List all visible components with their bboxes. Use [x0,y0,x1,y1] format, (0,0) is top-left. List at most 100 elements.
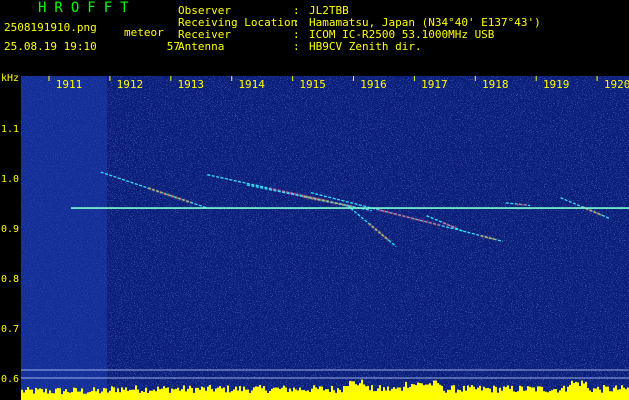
noise-bar [183,385,185,400]
noise-bar [29,389,31,400]
noise-bar [417,382,419,400]
noise-bar [541,386,543,400]
noise-bar [373,391,375,400]
noise-bar [379,385,381,400]
noise-bar [37,389,39,400]
noise-bar [579,386,581,400]
noise-bar [261,388,263,400]
noise-bar [125,387,127,400]
noise-bar [59,388,61,400]
noise-bar [207,386,209,400]
noise-bar [513,391,515,400]
noise-bar [501,390,503,400]
noise-bar [343,385,345,400]
noise-bar [195,387,197,400]
noise-bar [487,387,489,400]
noise-bar [481,390,483,400]
noise-bar [109,390,111,400]
meteor-label: meteor [124,26,164,39]
noise-bar [39,388,41,400]
noise-bar [503,386,505,400]
noise-bar [389,390,391,400]
noise-bar [235,386,237,400]
noise-bar [139,392,141,400]
file-name: 2508191910.png [4,21,97,34]
noise-bar [531,387,533,400]
noise-bar [361,379,363,400]
noise-bar [519,385,521,400]
noise-bar [471,385,473,400]
noise-bar [249,392,251,400]
noise-bar [419,382,421,400]
noise-bar [299,387,301,400]
noise-bar [549,391,551,400]
noise-bar [433,380,435,400]
noise-bar [459,389,461,400]
noise-bar [227,385,229,400]
noise-bar [313,385,315,400]
noise-bar [107,392,109,400]
noise-bar [533,387,535,400]
noise-bar [331,385,333,400]
noise-bar [323,390,325,400]
noise-bar [143,391,145,400]
noise-bar [203,387,205,400]
noise-bar [95,391,97,400]
noise-bar [229,392,231,400]
noise-bar [551,390,553,400]
noise-bar [133,389,135,400]
noise-bar [91,390,93,400]
noise-bar [169,392,171,400]
noise-bar [283,385,285,400]
noise-bar [395,388,397,400]
noise-bar [187,388,189,400]
noise-bar [191,388,193,400]
noise-bar [547,392,549,400]
noise-bar [221,388,223,400]
noise-bar [325,389,327,400]
noise-bar [479,385,481,400]
noise-bar [123,389,125,400]
noise-bar [23,392,25,400]
noise-bar [581,380,583,400]
noise-bar [365,386,367,400]
y-tick-label: 0.8 [1,274,20,285]
noise-bar [421,383,423,400]
noise-bar [99,393,101,400]
noise-bar [241,391,243,400]
noise-bar [463,385,465,400]
noise-bar [447,389,449,400]
noise-bar [369,390,371,400]
noise-bar [563,385,565,400]
noise-bar [339,389,341,400]
noise-bar [403,386,405,400]
noise-bar [25,389,27,400]
date-time: 25.08.19 19:10 [4,40,97,53]
noise-bar [285,387,287,400]
noise-bar [35,387,37,400]
noise-bar [279,389,281,400]
y-axis-unit: kHz [1,73,20,84]
noise-bar [349,380,351,400]
noise-bar [239,386,241,400]
noise-bar [437,383,439,400]
noise-bar [621,385,623,400]
noise-bar [573,383,575,400]
noise-bar [157,386,159,400]
noise-bar [371,385,373,400]
noise-bar [575,381,577,400]
noise-bar [329,391,331,400]
noise-bar [141,390,143,400]
noise-bar [347,386,349,400]
noise-bar [539,386,541,400]
noise-bar [427,384,429,400]
noise-bar [247,389,249,400]
noise-bar [555,389,557,400]
x-tick-label: 1915 [299,78,326,91]
noise-bar [257,386,259,400]
noise-bar [115,392,117,400]
noise-bar [233,389,235,400]
noise-bar [569,384,571,400]
noise-bar [149,390,151,400]
noise-bar [117,388,119,400]
